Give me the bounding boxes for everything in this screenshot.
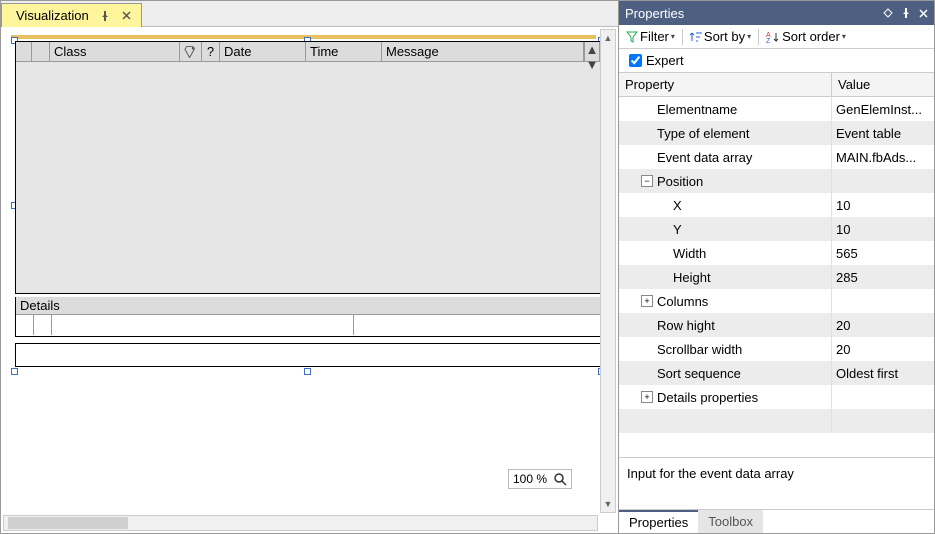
- prop-key[interactable]: Event data array: [619, 145, 832, 169]
- canvas-hscrollbar[interactable]: [3, 515, 598, 531]
- details-row: [16, 315, 600, 335]
- column-header-date[interactable]: Date: [220, 42, 306, 62]
- prop-value[interactable]: MAIN.fbAds...: [832, 145, 934, 169]
- pin-icon[interactable]: [901, 8, 911, 18]
- scroll-up-icon[interactable]: ▲: [586, 42, 599, 57]
- close-icon[interactable]: [919, 9, 928, 18]
- resize-handle[interactable]: [11, 368, 18, 375]
- canvas-vscrollbar[interactable]: ▲ ▼: [600, 29, 616, 513]
- chevron-down-icon: ▾: [747, 32, 751, 41]
- prop-value[interactable]: GenElemInst...: [832, 97, 934, 121]
- scroll-up-icon[interactable]: ▲: [601, 30, 615, 46]
- details-panel: Details: [15, 297, 601, 337]
- zoom-indicator[interactable]: 100 %: [508, 469, 572, 489]
- prop-value[interactable]: Oldest first: [832, 361, 934, 385]
- column-header-class[interactable]: Class: [50, 42, 180, 62]
- prop-key[interactable]: Elementname: [619, 97, 832, 121]
- collapse-icon[interactable]: −: [641, 175, 653, 187]
- pin-icon[interactable]: [99, 10, 111, 22]
- tab-visualization[interactable]: Visualization: [1, 3, 142, 27]
- properties-toolbar: Filter ▾ Sort by ▾ AZ Sort order ▾: [619, 25, 934, 49]
- tab-toolbox[interactable]: Toolbox: [698, 510, 763, 533]
- svg-text:Z: Z: [766, 38, 771, 43]
- event-table-widget: Class ? Date Time Message ▲ ▼: [15, 41, 601, 294]
- panel-description: Input for the event data array: [619, 457, 934, 509]
- column-header-time[interactable]: Time: [306, 42, 382, 62]
- properties-panel: Properties Filter ▾: [619, 1, 934, 533]
- expert-row: Expert: [619, 49, 934, 73]
- design-canvas[interactable]: Class ? Date Time Message ▲ ▼: [1, 27, 618, 533]
- property-grid-header: Property Value: [619, 73, 934, 97]
- prop-value: [832, 169, 934, 193]
- column-header-help[interactable]: ?: [202, 42, 220, 62]
- prop-key[interactable]: Y: [619, 217, 832, 241]
- prop-value[interactable]: 20: [832, 313, 934, 337]
- prop-value[interactable]: 565: [832, 241, 934, 265]
- scroll-down-icon[interactable]: ▼: [586, 57, 599, 72]
- panel-tabs: Properties Toolbox: [619, 509, 934, 533]
- scroll-down-icon[interactable]: ▼: [601, 496, 615, 512]
- prop-value: [832, 385, 934, 409]
- prop-empty: [619, 409, 832, 433]
- column-header-ack-icon[interactable]: [180, 42, 202, 62]
- close-icon[interactable]: [121, 10, 133, 22]
- prop-key[interactable]: Width: [619, 241, 832, 265]
- magnifier-icon[interactable]: [553, 472, 567, 486]
- resize-handle[interactable]: [304, 368, 311, 375]
- prop-key[interactable]: X: [619, 193, 832, 217]
- chevron-down-icon: ▾: [842, 32, 846, 41]
- expand-icon[interactable]: +: [641, 295, 653, 307]
- table-scrollbar[interactable]: ▲ ▼: [584, 42, 600, 62]
- property-grid[interactable]: ElementnameGenElemInst... Type of elemen…: [619, 97, 934, 457]
- prop-value: [832, 289, 934, 313]
- prop-group-columns[interactable]: +Columns: [619, 289, 832, 313]
- header-spacer: [32, 42, 50, 62]
- column-header-message[interactable]: Message: [382, 42, 584, 62]
- prop-group-details[interactable]: +Details properties: [619, 385, 832, 409]
- tab-strip: Visualization: [1, 1, 618, 27]
- expert-label: Expert: [646, 53, 684, 68]
- prop-value[interactable]: 10: [832, 217, 934, 241]
- expand-icon[interactable]: +: [641, 391, 653, 403]
- prop-value[interactable]: 285: [832, 265, 934, 289]
- details-header: Details: [16, 297, 600, 315]
- zoom-value: 100 %: [513, 472, 547, 486]
- selected-element[interactable]: Class ? Date Time Message ▲ ▼: [15, 41, 601, 371]
- expert-checkbox[interactable]: [629, 54, 642, 67]
- sortby-button[interactable]: Sort by ▾: [687, 29, 754, 44]
- scrollbar-thumb[interactable]: [8, 517, 128, 529]
- event-table-header: Class ? Date Time Message ▲ ▼: [16, 42, 600, 62]
- window-position-icon[interactable]: [883, 8, 893, 18]
- prop-key[interactable]: Sort sequence: [619, 361, 832, 385]
- prop-key[interactable]: Height: [619, 265, 832, 289]
- bottom-bar: [15, 343, 601, 367]
- header-property: Property: [619, 73, 832, 96]
- header-value: Value: [832, 73, 934, 96]
- prop-key[interactable]: Type of element: [619, 121, 832, 145]
- tab-label: Visualization: [16, 8, 89, 23]
- panel-titlebar[interactable]: Properties: [619, 1, 934, 25]
- prop-group-position[interactable]: −Position: [619, 169, 832, 193]
- prop-key[interactable]: Row hight: [619, 313, 832, 337]
- panel-title-text: Properties: [625, 6, 684, 21]
- tab-properties[interactable]: Properties: [619, 510, 698, 533]
- prop-value[interactable]: Event table: [832, 121, 934, 145]
- prop-value[interactable]: 20: [832, 337, 934, 361]
- sortorder-button[interactable]: AZ Sort order ▾: [763, 29, 849, 44]
- sortorder-label: Sort order: [782, 29, 840, 44]
- sortby-label: Sort by: [704, 29, 745, 44]
- prop-value[interactable]: 10: [832, 193, 934, 217]
- header-spacer: [16, 42, 32, 62]
- filter-button[interactable]: Filter ▾: [623, 29, 678, 44]
- chevron-down-icon: ▾: [671, 32, 675, 41]
- prop-key[interactable]: Scrollbar width: [619, 337, 832, 361]
- filter-label: Filter: [640, 29, 669, 44]
